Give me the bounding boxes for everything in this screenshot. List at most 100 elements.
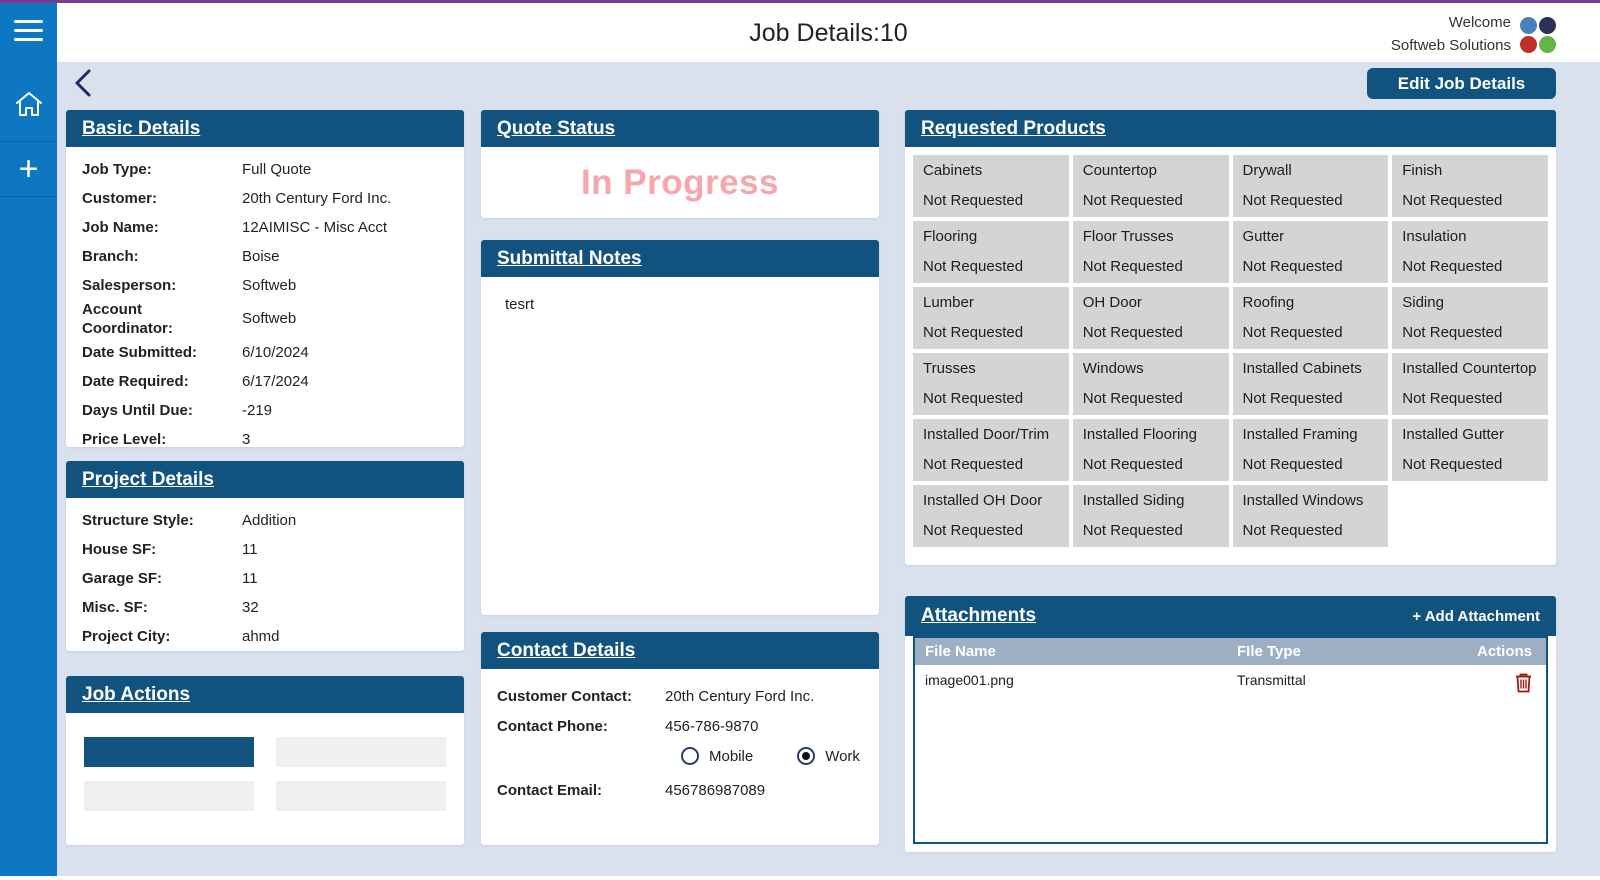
product-status: Not Requested [923,258,1059,275]
detail-row: Account Coordinator: Softweb [66,301,464,339]
product-tile: Installed Siding Not Requested [1073,485,1229,547]
add-attachment-button[interactable]: + Add Attachment [1412,608,1540,625]
product-status: Not Requested [1083,522,1219,539]
detail-value: Softweb [242,277,296,296]
detail-label: Job Name: [82,219,227,238]
product-status: Not Requested [923,324,1059,341]
product-status: Not Requested [923,456,1059,473]
product-name: Gutter [1243,228,1379,246]
detail-row: Job Name: 12AIMISC - Misc Acct [66,214,464,243]
product-tile: Gutter Not Requested [1233,221,1389,283]
product-name: Installed Door/Trim [923,426,1059,444]
job-actions-card: Job Actions [66,676,464,845]
job-action-button[interactable] [84,781,254,811]
product-name: Installed Windows [1243,492,1379,510]
welcome-line1: Welcome [1391,12,1511,35]
quote-status-header: Quote Status [481,110,879,147]
detail-label: Account Coordinator: [82,301,227,339]
product-name: Countertop [1083,162,1219,180]
detail-label: Date Submitted: [82,344,227,363]
company-logo [1520,17,1556,53]
product-name: Installed Gutter [1402,426,1538,444]
logo-circle-navy [1539,17,1556,34]
product-tile: Windows Not Requested [1073,353,1229,415]
detail-value: Boise [242,248,280,267]
page-title: Job Details:10 [57,19,1600,48]
product-status: Not Requested [1243,390,1379,407]
job-actions-buttons [66,713,464,811]
detail-row: Project City: ahmd [66,623,464,652]
requested-products-grid: Cabinets Not Requested Countertop Not Re… [905,147,1556,555]
project-details-rows: Structure Style: Addition House SF: 11 G… [66,498,464,652]
product-tile: Installed Windows Not Requested [1233,485,1389,547]
product-name: Installed Countertop [1402,360,1538,378]
product-name: Roofing [1243,294,1379,312]
detail-row: Structure Style: Addition [66,507,464,536]
product-tile: Installed Framing Not Requested [1233,419,1389,481]
detail-value: 6/10/2024 [242,344,309,363]
product-status: Not Requested [1243,258,1379,275]
welcome-text: Welcome Softweb Solutions [1391,12,1511,57]
product-status: Not Requested [1083,324,1219,341]
menu-icon[interactable] [0,3,57,41]
product-status: Not Requested [1083,456,1219,473]
user-welcome: Welcome Softweb Solutions [1391,12,1556,57]
requested-products-header: Requested Products [905,110,1556,147]
radio-mobile-icon[interactable] [681,747,699,765]
product-name: Trusses [923,360,1059,378]
product-status: Not Requested [1243,522,1379,539]
delete-attachment-button[interactable] [1515,672,1532,696]
detail-value: -219 [242,402,272,421]
product-name: Installed Cabinets [1243,360,1379,378]
product-tile: Roofing Not Requested [1233,287,1389,349]
product-tile: Finish Not Requested [1392,155,1548,217]
detail-label: Job Type: [82,161,227,180]
attachment-file-type: Transmittal [1237,672,1436,688]
product-name: OH Door [1083,294,1219,312]
attachments-table-body: image001.png Transmittal [915,665,1546,696]
product-tile: Installed OH Door Not Requested [913,485,1069,547]
attachment-file-name: image001.png [915,672,1237,688]
main-content: Edit Job Details Basic Details Job Type:… [57,62,1600,876]
detail-value: ahmd [242,628,280,647]
contact-details-title: Contact Details [497,640,635,662]
quote-status-card: Quote Status In Progress [481,110,879,218]
detail-value: Softweb [242,310,296,329]
contact-email-value: 456786987089 [665,782,765,799]
product-status: Not Requested [1243,324,1379,341]
detail-row: Branch: Boise [66,243,464,272]
product-status: Not Requested [1402,456,1538,473]
sidebar: + [0,3,57,876]
product-tile: Insulation Not Requested [1392,221,1548,283]
job-action-button[interactable] [276,737,446,767]
product-status: Not Requested [1402,192,1538,209]
radio-option-mobile[interactable]: Mobile [681,747,753,765]
edit-job-details-button[interactable]: Edit Job Details [1367,68,1556,99]
product-tile: Installed Gutter Not Requested [1392,419,1548,481]
job-action-button[interactable] [276,781,446,811]
attachments-header: Attachments + Add Attachment [905,596,1556,636]
product-tile: Installed Cabinets Not Requested [1233,353,1389,415]
home-button[interactable] [0,81,57,127]
product-tile: Floor Trusses Not Requested [1073,221,1229,283]
attachments-table: File Name FIle Type Actions image001.png… [913,636,1548,844]
detail-row: Days Until Due: -219 [66,397,464,426]
job-action-button[interactable] [84,737,254,767]
attachments-title: Attachments [921,605,1036,627]
detail-value: Addition [242,512,296,531]
radio-work-icon[interactable] [797,747,815,765]
product-name: Installed Flooring [1083,426,1219,444]
product-name: Cabinets [923,162,1059,180]
product-name: Installed Siding [1083,492,1219,510]
basic-details-card: Basic Details Job Type: Full Quote Custo… [66,110,464,447]
detail-value: 3 [242,431,250,450]
product-name: Flooring [923,228,1059,246]
product-tile: Installed Countertop Not Requested [1392,353,1548,415]
basic-details-title: Basic Details [82,118,200,140]
add-button[interactable]: + [0,141,57,197]
detail-value: 20th Century Ford Inc. [242,190,391,209]
radio-work-label: Work [825,748,860,765]
product-status: Not Requested [1083,390,1219,407]
radio-option-work[interactable]: Work [797,747,860,765]
back-button[interactable] [71,67,101,101]
